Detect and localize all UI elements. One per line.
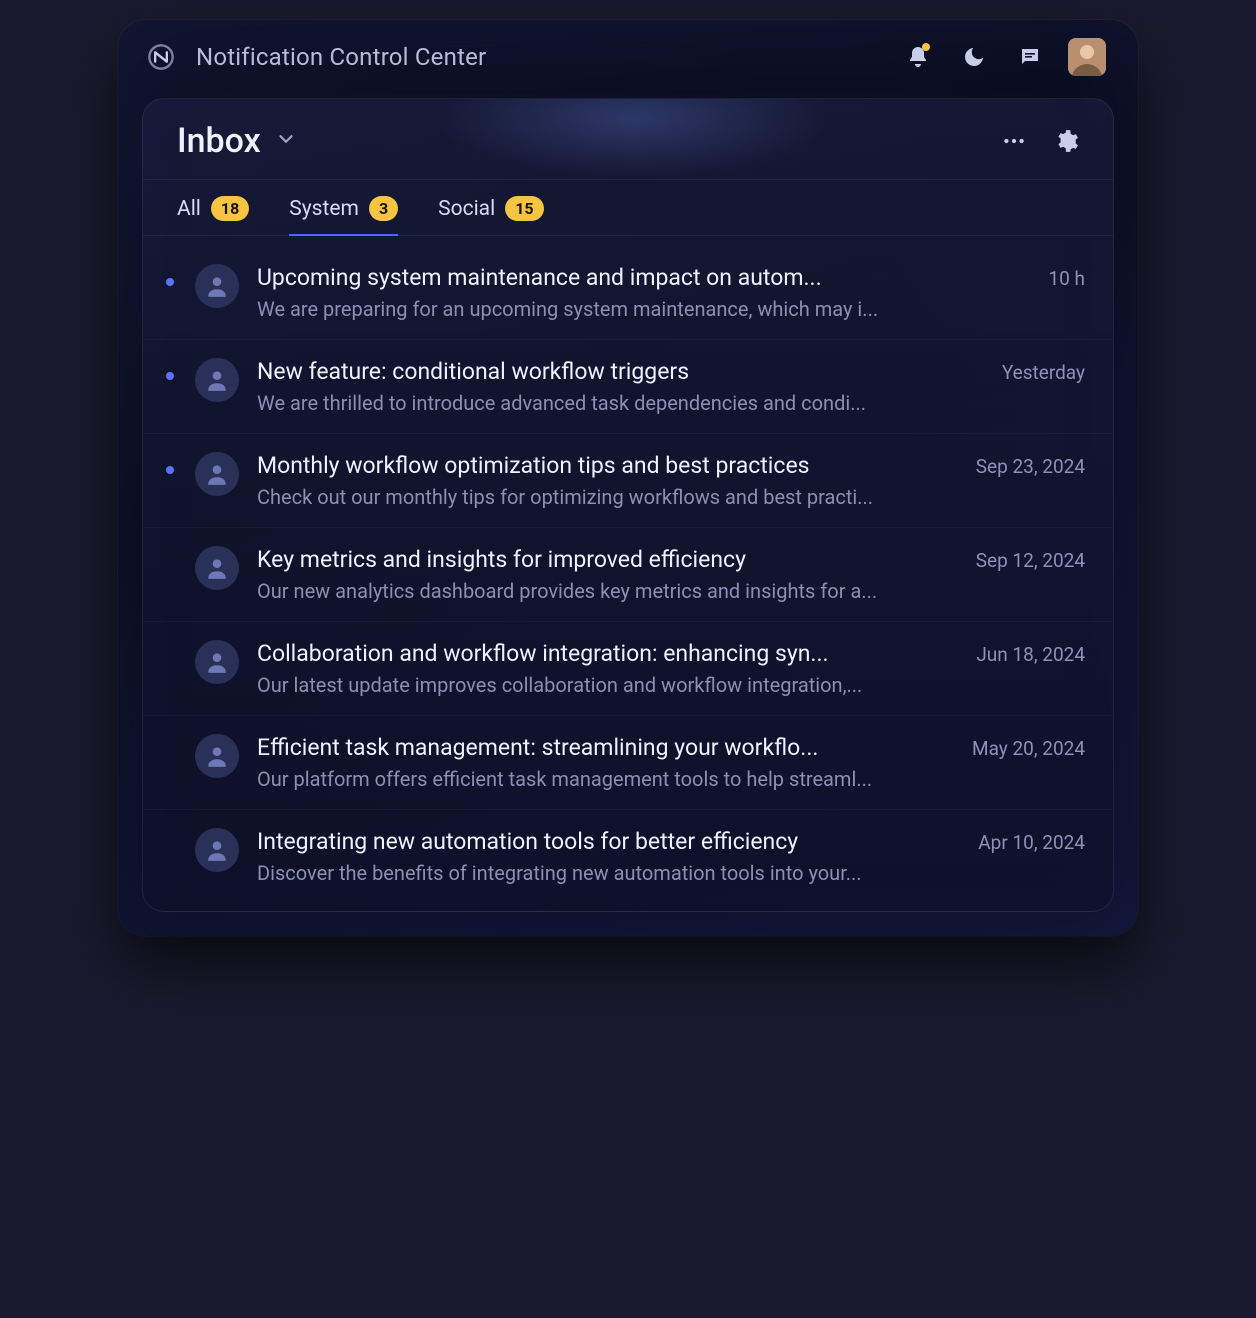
notification-title: Monthly workflow optimization tips and b… xyxy=(257,452,956,479)
unread-indicator-col xyxy=(163,546,177,560)
notification-time: Yesterday xyxy=(1002,361,1085,384)
inbox-selector[interactable]: Inbox xyxy=(177,121,297,161)
notification-time: May 20, 2024 xyxy=(972,737,1085,760)
notification-row[interactable]: Monthly workflow optimization tips and b… xyxy=(143,434,1113,528)
unread-indicator-col xyxy=(163,828,177,842)
settings-button[interactable] xyxy=(1053,128,1079,154)
sender-avatar-icon xyxy=(195,546,239,590)
notification-row[interactable]: Key metrics and insights for improved ef… xyxy=(143,528,1113,622)
user-avatar[interactable] xyxy=(1068,38,1106,76)
notification-snippet: Check out our monthly tips for optimizin… xyxy=(257,485,1085,509)
sender-avatar-icon xyxy=(195,358,239,402)
unread-indicator-col xyxy=(163,264,177,286)
app-title: Notification Control Center xyxy=(196,43,486,71)
unread-dot-icon xyxy=(166,466,174,474)
notification-row[interactable]: Upcoming system maintenance and impact o… xyxy=(143,246,1113,340)
notification-row[interactable]: Integrating new automation tools for bet… xyxy=(143,810,1113,903)
tab-badge: 18 xyxy=(211,196,249,221)
topbar: Notification Control Center xyxy=(118,20,1138,90)
notifications-button[interactable] xyxy=(900,39,936,75)
unread-indicator-col xyxy=(163,452,177,474)
notification-row[interactable]: Collaboration and workflow integration: … xyxy=(143,622,1113,716)
tab-all[interactable]: All 18 xyxy=(177,180,249,235)
notification-snippet: Our new analytics dashboard provides key… xyxy=(257,579,1085,603)
notification-list: Upcoming system maintenance and impact o… xyxy=(143,236,1113,911)
notification-snippet: Discover the benefits of integrating new… xyxy=(257,861,1085,885)
notification-snippet: Our latest update improves collaboration… xyxy=(257,673,1085,697)
notification-row[interactable]: New feature: conditional workflow trigge… xyxy=(143,340,1113,434)
notification-title: Collaboration and workflow integration: … xyxy=(257,640,956,667)
notification-time: Sep 12, 2024 xyxy=(976,549,1085,572)
tab-label: Social xyxy=(438,197,495,221)
more-button[interactable] xyxy=(1001,128,1027,154)
notification-time: Apr 10, 2024 xyxy=(978,831,1085,854)
messages-button[interactable] xyxy=(1012,39,1048,75)
sender-avatar-icon xyxy=(195,264,239,308)
panel-title: Inbox xyxy=(177,121,261,161)
sender-avatar-icon xyxy=(195,828,239,872)
tab-badge: 3 xyxy=(369,196,398,221)
tab-label: All xyxy=(177,197,201,221)
notification-snippet: We are thrilled to introduce advanced ta… xyxy=(257,391,1085,415)
panel-header: Inbox xyxy=(143,99,1113,180)
tabs: All 18 System 3 Social 15 xyxy=(143,180,1113,236)
notification-title: Integrating new automation tools for bet… xyxy=(257,828,958,855)
tab-system[interactable]: System 3 xyxy=(289,180,398,235)
notification-time: Sep 23, 2024 xyxy=(976,455,1085,478)
tab-badge: 15 xyxy=(505,196,543,221)
dark-mode-button[interactable] xyxy=(956,39,992,75)
unread-indicator-col xyxy=(163,734,177,748)
tab-label: System xyxy=(289,197,359,221)
unread-dot-icon xyxy=(166,278,174,286)
unread-dot-icon xyxy=(166,372,174,380)
inbox-panel: Inbox All 18 System 3 Social 15 Upcoming syst… xyxy=(142,98,1114,912)
sender-avatar-icon xyxy=(195,640,239,684)
notification-row[interactable]: Efficient task management: streamlining … xyxy=(143,716,1113,810)
notification-snippet: Our platform offers efficient task manag… xyxy=(257,767,1085,791)
unread-indicator-col xyxy=(163,640,177,654)
notification-title: Efficient task management: streamlining … xyxy=(257,734,952,761)
unread-indicator-col xyxy=(163,358,177,380)
chevron-down-icon xyxy=(275,128,297,154)
tab-social[interactable]: Social 15 xyxy=(438,180,543,235)
app-window: Notification Control Center xyxy=(118,20,1138,936)
sender-avatar-icon xyxy=(195,452,239,496)
sender-avatar-icon xyxy=(195,734,239,778)
app-logo-icon xyxy=(146,42,176,72)
notification-title: Key metrics and insights for improved ef… xyxy=(257,546,956,573)
notification-title: New feature: conditional workflow trigge… xyxy=(257,358,982,385)
notification-time: Jun 18, 2024 xyxy=(976,643,1085,666)
notification-title: Upcoming system maintenance and impact o… xyxy=(257,264,1028,291)
notification-time: 10 h xyxy=(1048,267,1085,290)
notification-snippet: We are preparing for an upcoming system … xyxy=(257,297,1085,321)
notification-badge-dot xyxy=(922,43,930,51)
